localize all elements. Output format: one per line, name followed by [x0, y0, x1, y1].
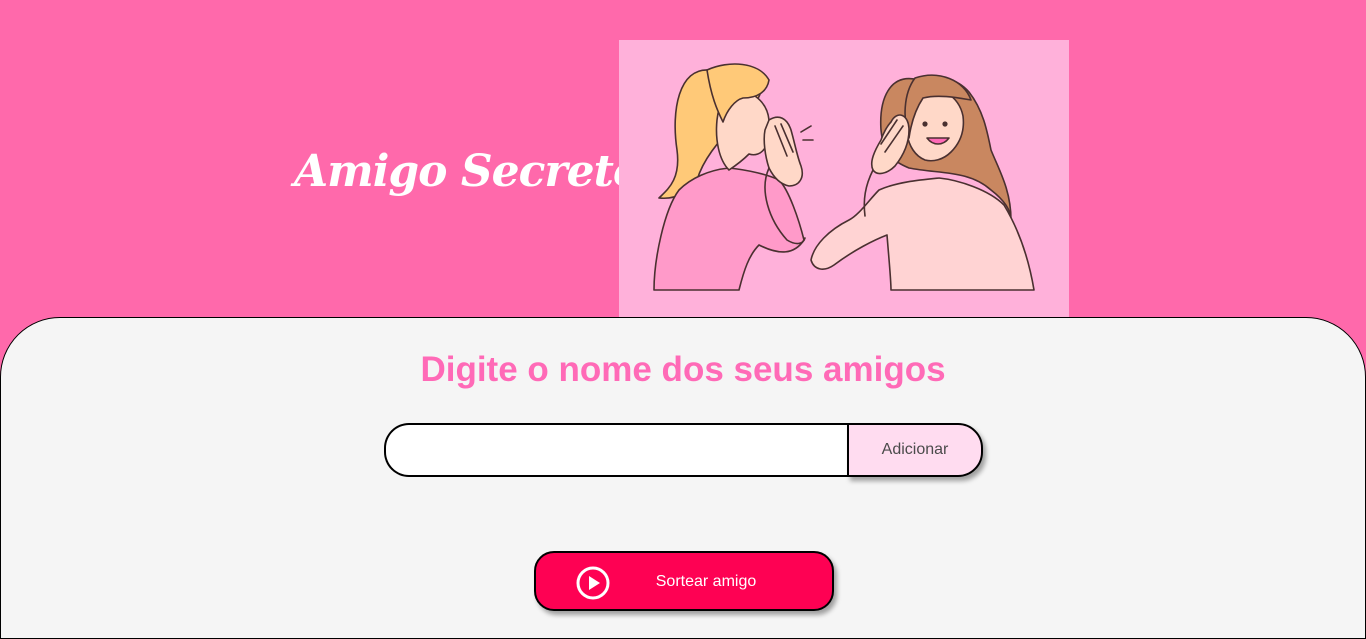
- add-button[interactable]: Adicionar: [847, 423, 983, 477]
- page-title: Amigo Secreto: [294, 146, 642, 197]
- whispering-illustration: [619, 40, 1069, 318]
- draw-friend-button[interactable]: Sortear amigo: [534, 551, 834, 611]
- add-friend-row: Adicionar: [384, 423, 984, 477]
- main-panel: Digite o nome dos seus amigos Adicionar …: [0, 317, 1366, 639]
- header: Amigo Secreto: [0, 0, 1366, 320]
- section-subtitle: Digite o nome dos seus amigos: [420, 350, 946, 389]
- draw-button-label: Sortear amigo: [655, 573, 757, 590]
- play-circle-icon: [576, 566, 610, 600]
- whispering-illustration-image: [653, 63, 1035, 291]
- friend-name-input[interactable]: [384, 423, 870, 477]
